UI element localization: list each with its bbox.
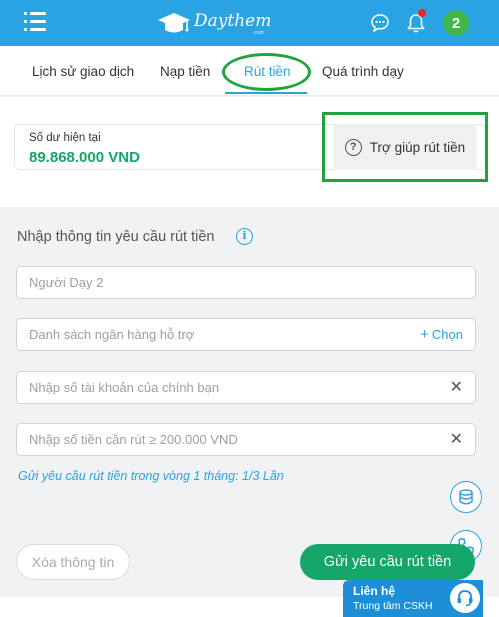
chat-icon[interactable] <box>370 13 390 33</box>
active-tab-indicator <box>225 92 307 94</box>
amount-field[interactable]: ✕ <box>16 423 476 456</box>
tab-bar: Lịch sử giao dịch Nạp tiền Rút tiền Quá … <box>0 46 499 96</box>
choose-bank-label: Chọn <box>431 327 463 342</box>
menu-icon[interactable] <box>24 12 46 32</box>
database-icon-glyph <box>459 489 473 505</box>
account-number-input[interactable] <box>29 372 429 403</box>
amount-input[interactable] <box>29 424 429 455</box>
bank-select-input[interactable] <box>29 319 429 350</box>
highlight-box <box>322 112 488 182</box>
tab-transaction-history[interactable]: Lịch sử giao dịch <box>32 46 134 96</box>
choose-bank-button[interactable]: + Chọn <box>420 319 463 350</box>
balance-value: 89.868.000 VND <box>29 149 140 166</box>
notification-dot <box>418 9 426 17</box>
graduation-cap-icon <box>158 13 190 33</box>
tab-deposit[interactable]: Nạp tiền <box>160 46 210 96</box>
withdraw-form: Nhập thông tin yêu cầu rút tiền i +Chọn … <box>0 211 499 597</box>
tab-withdraw[interactable]: Rút tiền <box>244 46 291 96</box>
daythem-logo[interactable]: Daythem .com <box>156 10 271 36</box>
contact-subtitle: Trung tâm CSKH <box>353 600 433 612</box>
contact-title: Liên hệ <box>353 584 396 598</box>
withdraw-limit-note: Gửi yêu cầu rút tiền trong vòng 1 tháng:… <box>18 469 284 483</box>
avatar[interactable]: 2 <box>443 10 469 36</box>
close-icon[interactable]: ✕ <box>450 424 463 455</box>
form-title: Nhập thông tin yêu cầu rút tiền <box>17 229 215 245</box>
info-icon[interactable]: i <box>236 228 253 245</box>
clear-info-button[interactable]: Xóa thông tin <box>16 544 130 580</box>
close-icon[interactable]: ✕ <box>450 372 463 403</box>
top-bar: Daythem .com 2 <box>0 0 499 46</box>
plus-icon: + <box>420 326 429 343</box>
bank-select-field[interactable]: +Chọn <box>16 318 476 351</box>
account-number-field[interactable]: ✕ <box>16 371 476 404</box>
logo-text: Daythem <box>194 11 272 31</box>
tab-teaching-process[interactable]: Quá trình dạy <box>322 46 404 96</box>
name-input[interactable] <box>29 267 429 298</box>
balance-label: Số dư hiện tại <box>29 132 101 144</box>
name-field[interactable] <box>16 266 476 299</box>
contact-support-widget[interactable]: Liên hệ Trung tâm CSKH <box>343 580 483 617</box>
submit-withdraw-button[interactable]: Gửi yêu cầu rút tiền <box>300 544 475 580</box>
database-icon[interactable] <box>450 481 482 513</box>
logo-subtext: .com <box>253 30 264 36</box>
headset-icon <box>450 583 480 613</box>
